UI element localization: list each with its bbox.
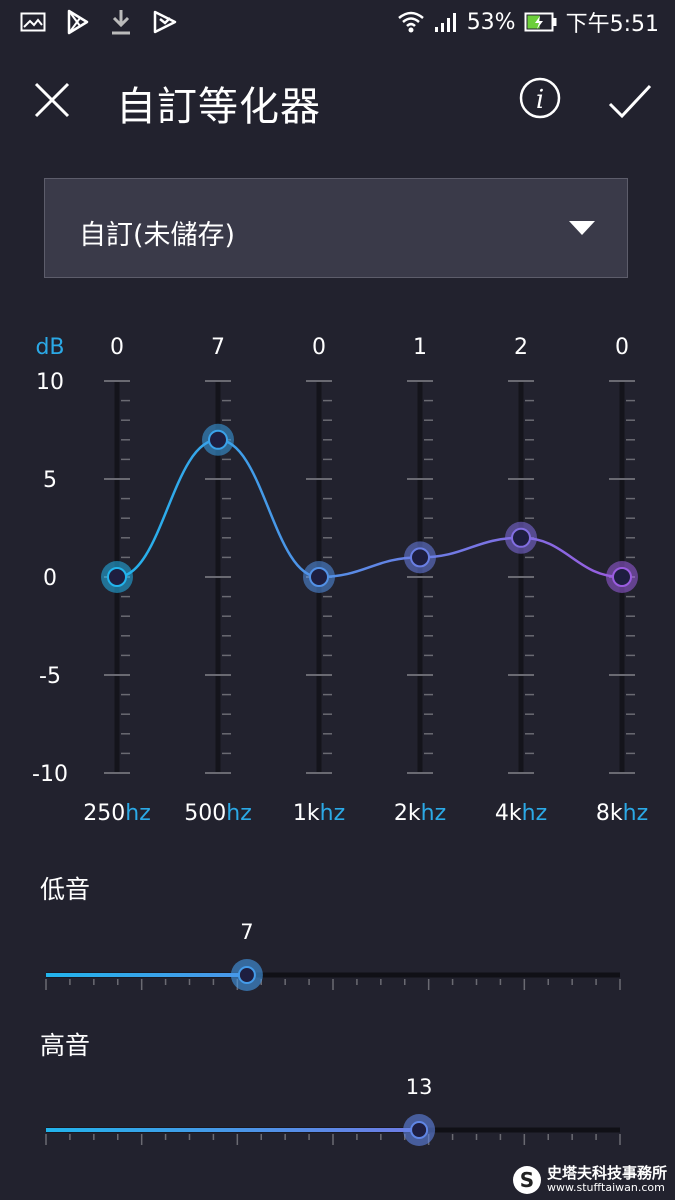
band-value-label: 1 (413, 335, 427, 360)
close-icon (34, 82, 70, 118)
info-button[interactable]: i (518, 76, 562, 120)
band-frequency-label: 1khz (293, 801, 345, 826)
status-bar: 53% 下午5:51 (0, 0, 675, 46)
preset-dropdown[interactable]: 自訂(未儲存) (44, 178, 628, 278)
y-tick-label: -10 (32, 762, 68, 787)
band-frequency-label: 500hz (184, 801, 252, 826)
image-icon (20, 12, 46, 32)
watermark: S 史塔夫科技事務所 www.stufftaiwan.com (512, 1164, 667, 1195)
close-button[interactable] (30, 78, 74, 122)
y-tick-label: 10 (36, 370, 64, 395)
app-bar: 自訂等化器 i (0, 60, 675, 140)
y-tick-label: 0 (43, 566, 57, 591)
confirm-button[interactable] (606, 78, 654, 122)
band-value-label: 7 (211, 335, 225, 360)
y-tick-label: -5 (39, 664, 61, 689)
band-frequency-label: 2khz (394, 801, 446, 826)
band-frequency-label: 250hz (83, 801, 151, 826)
band-handle[interactable] (303, 561, 335, 593)
page-title: 自訂等化器 (116, 84, 321, 130)
clock: 下午5:51 (565, 12, 659, 37)
svg-text:i: i (536, 85, 544, 115)
equalizer-graph[interactable]: dB 10 5 0 -5 -10 0 250hz 7 500hz 0 1khz 1 2khz 2 4khz 0 8… (0, 320, 675, 840)
slider-thumb[interactable] (230, 959, 263, 991)
treble-label: 高音 (40, 1031, 91, 1060)
slider-thumb[interactable] (403, 1114, 436, 1146)
preset-selected-label: 自訂(未儲存) (79, 220, 236, 251)
watermark-logo: S (512, 1166, 541, 1194)
check-icon (608, 84, 652, 119)
play-store-icon (67, 9, 89, 35)
caret-down-icon (569, 221, 595, 235)
db-unit-label: dB (35, 335, 64, 360)
band-handle[interactable] (202, 423, 234, 456)
battery-icon (524, 12, 557, 32)
watermark-url: www.stufftaiwan.com (546, 1181, 665, 1195)
battery-percent: 53% (466, 9, 516, 35)
signal-icon (434, 13, 456, 32)
treble-slider[interactable] (0, 1105, 675, 1155)
system-status: 53% 下午5:51 (397, 6, 659, 38)
band-value-label: 0 (312, 335, 326, 360)
bass-label: 低音 (40, 875, 91, 904)
y-tick-label: 5 (43, 468, 57, 493)
treble-value: 13 (405, 1075, 433, 1099)
bass-slider[interactable] (0, 950, 675, 1000)
band-handle[interactable] (606, 561, 638, 593)
band-handle[interactable] (505, 521, 537, 554)
download-icon (112, 10, 130, 35)
band-frequency-label: 8khz (596, 801, 648, 826)
watermark-name: 史塔夫科技事務所 (546, 1164, 667, 1183)
bass-value: 7 (240, 920, 254, 944)
play-games-icon (153, 10, 177, 34)
band-value-label: 2 (514, 335, 528, 360)
wifi-icon (397, 11, 424, 33)
band-value-label: 0 (615, 335, 629, 360)
info-icon: i (519, 77, 561, 119)
eq-curve (116, 438, 623, 579)
band-handle[interactable] (101, 561, 133, 593)
band-frequency-label: 4khz (495, 801, 547, 826)
notification-icons (20, 8, 178, 36)
band-handle[interactable] (404, 541, 436, 574)
band-value-label: 0 (110, 335, 124, 360)
